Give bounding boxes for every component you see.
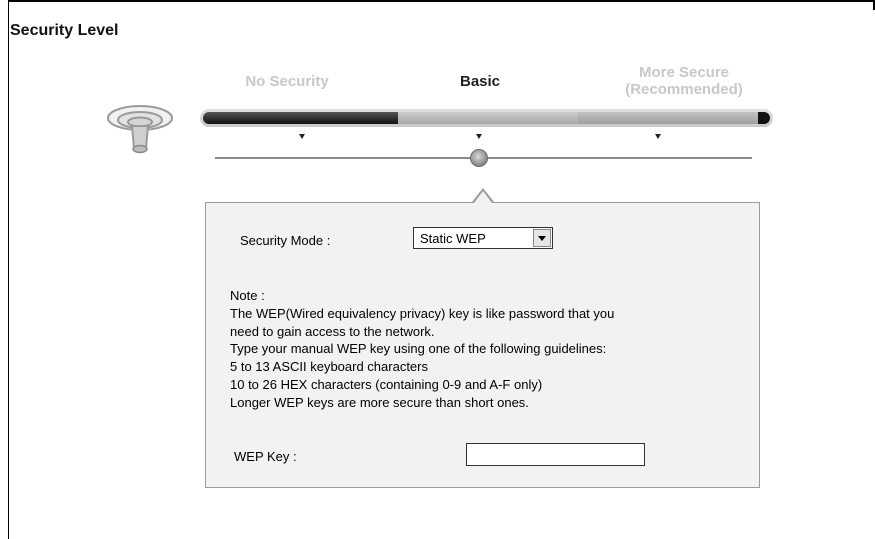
level-marker-more-secure bbox=[655, 134, 661, 139]
level-more-secure[interactable]: More Secure (Recommended) bbox=[584, 64, 784, 98]
note-line: Longer WEP keys are more secure than sho… bbox=[230, 394, 529, 410]
level-no-security[interactable]: No Security bbox=[187, 73, 387, 90]
frame-left-edge bbox=[8, 0, 9, 539]
security-level-bar-fill bbox=[203, 112, 770, 124]
security-mode-value: Static WEP bbox=[420, 231, 486, 246]
wireless-router-icon bbox=[107, 105, 173, 154]
level-label: Basic bbox=[459, 73, 501, 90]
note-line: 5 to 13 ASCII keyboard characters bbox=[230, 359, 428, 375]
level-marker-no-security bbox=[299, 134, 305, 139]
security-slider-handle[interactable] bbox=[470, 149, 488, 167]
level-sublabel: (Recommended) bbox=[625, 81, 743, 98]
wep-key-input[interactable] bbox=[466, 443, 645, 466]
note-heading: Note : bbox=[230, 288, 265, 303]
panel-pointer-fill bbox=[474, 191, 492, 203]
security-mode-label: Security Mode : bbox=[240, 233, 331, 248]
wep-key-label: WEP Key : bbox=[234, 449, 297, 464]
security-mode-select[interactable]: Static WEP bbox=[413, 227, 553, 249]
wep-note: Note : The WEP(Wired equivalency privacy)… bbox=[230, 287, 614, 412]
bar-segment-more-secure bbox=[578, 112, 758, 124]
level-label: No Security bbox=[245, 73, 329, 90]
level-marker-basic bbox=[476, 134, 482, 139]
page-title: Security Level bbox=[10, 22, 119, 39]
bar-end-cap bbox=[758, 112, 770, 124]
level-basic[interactable]: Basic bbox=[380, 73, 580, 90]
note-line: The WEP(Wired equivalency privacy) key i… bbox=[230, 305, 615, 321]
bar-segment-no-security bbox=[203, 112, 398, 124]
frame-top-edge bbox=[8, 0, 875, 2]
note-line: Type your manual WEP key using one of th… bbox=[230, 341, 607, 357]
note-line: 10 to 26 HEX characters (containing 0-9 … bbox=[230, 376, 543, 392]
chevron-down-icon[interactable] bbox=[533, 229, 551, 247]
bar-segment-basic bbox=[398, 112, 578, 124]
note-line: need to gain access to the network. bbox=[230, 323, 435, 339]
level-label: More Secure bbox=[638, 64, 730, 81]
